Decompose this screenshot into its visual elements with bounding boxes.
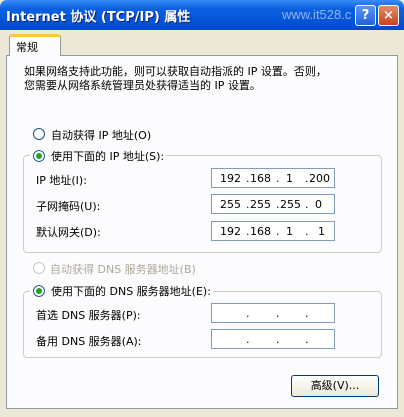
tab-general-label: 常规 xyxy=(16,41,38,54)
manual-ip-radio[interactable] xyxy=(30,147,48,165)
advanced-button[interactable]: 高级(V)... xyxy=(291,375,379,397)
default-gateway-field[interactable]: 192 . 168 . 1 . 1 xyxy=(211,221,335,241)
preferred-dns-field[interactable]: . . . xyxy=(211,303,335,323)
help-icon: ? xyxy=(361,8,370,23)
description-line-2: 您需要从网络系统管理员处获得适当的 IP 设置。 xyxy=(24,79,261,92)
window-title: Internet 协议 (TCP/IP) 属性 xyxy=(6,10,191,25)
subnet-mask-field[interactable]: 255 . 255 . 255 . 0 xyxy=(211,194,335,214)
manual-dns-radio[interactable] xyxy=(30,282,48,300)
default-gateway-label: 默认网关(D): xyxy=(36,226,101,239)
description-text: 如果网络支持此功能，则可以获取自动指派的 IP 设置。否则， 您需要从网络系统管… xyxy=(24,65,327,93)
subnet-mask-label: 子网掩码(U): xyxy=(36,200,101,213)
manual-ip-label[interactable]: 使用下面的 IP 地址(S): xyxy=(49,148,167,164)
advanced-button-label: 高级(V)... xyxy=(310,379,360,392)
close-button[interactable]: × xyxy=(378,5,399,26)
ip-address-field[interactable]: 192 . 168 . 1 . 200 xyxy=(211,168,335,188)
alternate-dns-field[interactable]: . . . xyxy=(211,329,335,349)
alternate-dns-label: 备用 DNS 服务器(A): xyxy=(36,335,142,348)
ip-address-label: IP 地址(I): xyxy=(36,174,87,187)
description-line-1: 如果网络支持此功能，则可以获取自动指派的 IP 设置。否则， xyxy=(24,65,327,78)
auto-dns-radio[interactable] xyxy=(33,262,45,274)
close-icon: × xyxy=(383,8,394,23)
help-button[interactable]: ? xyxy=(355,5,376,26)
auto-dns-label[interactable]: 自动获得 DNS 服务器地址(B) xyxy=(50,261,196,277)
preferred-dns-label: 首选 DNS 服务器(P): xyxy=(36,309,141,322)
tab-general[interactable]: 常规 xyxy=(9,34,61,56)
auto-ip-label[interactable]: 自动获得 IP 地址(O) xyxy=(51,127,151,143)
title-bar[interactable]: Internet 协议 (TCP/IP) 属性 www.it528.c ? × xyxy=(0,0,404,30)
watermark: www.it528.c xyxy=(282,7,352,22)
manual-dns-label[interactable]: 使用下面的 DNS 服务器地址(E): xyxy=(49,283,213,299)
auto-ip-radio[interactable] xyxy=(33,128,45,140)
